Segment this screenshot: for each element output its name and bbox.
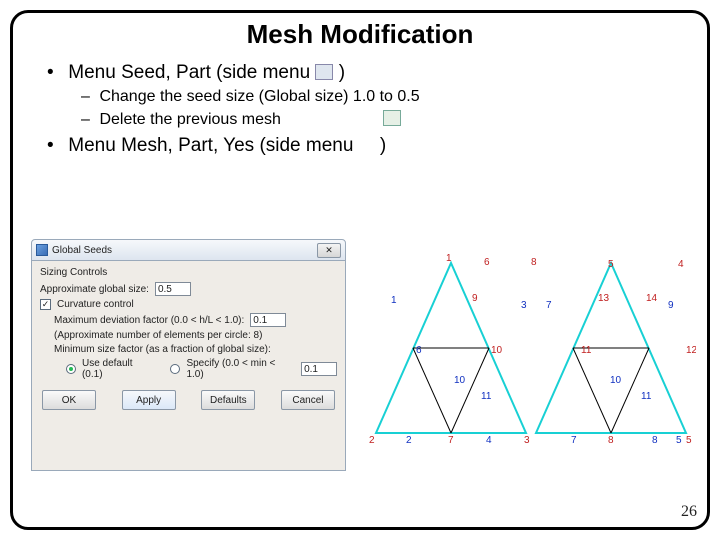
svg-text:5: 5 (676, 435, 682, 443)
defaults-label: Defaults (210, 395, 247, 406)
cancel-label: Cancel (292, 395, 323, 406)
delete-mesh-icon (383, 110, 401, 126)
slide-frame: Mesh Modification • Menu Seed, Part (sid… (10, 10, 710, 530)
svg-text:5: 5 (686, 435, 692, 443)
svg-text:4: 4 (486, 435, 492, 443)
close-icon: ✕ (325, 245, 333, 256)
subbullet-delete-mesh: – Delete the previous mesh (81, 110, 687, 129)
max-dev-field[interactable]: 0.1 (250, 313, 286, 327)
svg-text:13: 13 (598, 293, 610, 304)
sizing-controls-label: Sizing Controls (40, 267, 337, 278)
svg-text:10: 10 (454, 375, 466, 386)
approx-size-row: Approximate global size: 0.5 (40, 282, 337, 296)
svg-text:5: 5 (608, 259, 614, 270)
ok-button[interactable]: OK (42, 390, 96, 410)
dialog-titlebar: Global Seeds ✕ (31, 239, 346, 261)
svg-text:7: 7 (571, 435, 577, 443)
mesh-svg: 1 2 3 4 5 6 7 8 9 10 11 12 13 14 8 5 (366, 253, 696, 443)
svg-text:11: 11 (481, 391, 492, 402)
bullet-icon: • (47, 135, 63, 157)
defaults-button[interactable]: Defaults (201, 390, 255, 410)
svg-text:6: 6 (416, 345, 422, 356)
specify-value: 0.1 (304, 364, 318, 375)
use-default-label: Use default (0.1) (82, 358, 156, 380)
svg-text:6: 6 (484, 257, 490, 268)
dialog-title: Global Seeds (52, 245, 112, 256)
subbullet-change-seed-text: Change the seed size (Global size) 1.0 t… (99, 88, 419, 105)
svg-text:10: 10 (491, 345, 503, 356)
svg-text:11: 11 (581, 345, 592, 356)
dialog-body: Sizing Controls Approximate global size:… (31, 261, 346, 471)
bullet-seed-part: • Menu Seed, Part (side menu ) (47, 62, 687, 84)
subbullet-change-seed: – Change the seed size (Global size) 1.0… (81, 88, 687, 106)
svg-text:4: 4 (678, 259, 684, 270)
curvature-label: Curvature control (57, 299, 134, 310)
bullet-mesh-text-post: ) (380, 135, 386, 156)
app-cube-icon (36, 244, 48, 256)
specify-field[interactable]: 0.1 (301, 362, 337, 376)
approx-elems-row: (Approximate number of elements per circ… (54, 330, 337, 341)
dialog-close-button[interactable]: ✕ (317, 243, 341, 258)
seed-tool-icon (315, 64, 333, 80)
svg-text:10: 10 (610, 375, 622, 386)
max-dev-label: Maximum deviation factor (0.0 < h/L < 1.… (54, 315, 244, 326)
global-seeds-dialog: Global Seeds ✕ Sizing Controls Approxima… (31, 239, 346, 471)
svg-text:8: 8 (652, 435, 658, 443)
min-size-label: Minimum size factor (as a fraction of gl… (54, 344, 271, 355)
svg-text:2: 2 (369, 435, 375, 443)
max-dev-row: Maximum deviation factor (0.0 < h/L < 1.… (54, 313, 337, 327)
svg-text:8: 8 (531, 257, 537, 268)
bullet-seed-text-pre: Menu Seed, Part (side menu (68, 62, 310, 83)
dialog-buttons: OK Apply Defaults Cancel (40, 390, 337, 410)
approx-size-value: 0.5 (158, 284, 172, 295)
svg-text:3: 3 (524, 435, 530, 443)
bullet-mesh-text-pre: Menu Mesh, Part, Yes (side menu (68, 135, 353, 156)
svg-text:1: 1 (391, 295, 397, 306)
curvature-row: Curvature control (40, 299, 337, 310)
mesh-diagram: 1 2 3 4 5 6 7 8 9 10 11 12 13 14 8 5 (366, 253, 696, 443)
svg-text:9: 9 (668, 300, 674, 311)
dash-icon: – (81, 88, 95, 106)
svg-text:11: 11 (641, 391, 652, 402)
svg-text:3: 3 (521, 300, 527, 311)
specify-radio[interactable] (170, 364, 180, 374)
slide-title: Mesh Modification (13, 19, 707, 50)
svg-text:9: 9 (472, 293, 478, 304)
curvature-checkbox[interactable] (40, 299, 51, 310)
approx-size-label: Approximate global size: (40, 284, 149, 295)
ok-label: OK (62, 395, 76, 406)
page-number: 26 (681, 503, 697, 521)
bullet-mesh-part: • Menu Mesh, Part, Yes (side menu ) (47, 135, 687, 157)
svg-text:7: 7 (448, 435, 454, 443)
bullet-seed-text-post: ) (339, 62, 345, 83)
subbullet-delete-mesh-text: Delete the previous mesh (99, 111, 280, 128)
max-dev-value: 0.1 (253, 315, 267, 326)
svg-text:7: 7 (546, 300, 552, 311)
approx-elems-label: (Approximate number of elements per circ… (54, 330, 262, 341)
approx-size-field[interactable]: 0.5 (155, 282, 191, 296)
specify-label: Specify (0.0 < min < 1.0) (186, 358, 295, 380)
min-size-row: Minimum size factor (as a fraction of gl… (54, 344, 337, 355)
use-default-radio[interactable] (66, 364, 76, 374)
apply-button[interactable]: Apply (122, 390, 176, 410)
bullet-icon: • (47, 62, 63, 84)
min-size-options-row: Use default (0.1) Specify (0.0 < min < 1… (66, 358, 337, 380)
svg-text:2: 2 (406, 435, 412, 443)
figures-area: Global Seeds ✕ Sizing Controls Approxima… (31, 239, 689, 497)
svg-text:8: 8 (608, 435, 614, 443)
dash-icon: – (81, 111, 95, 129)
apply-label: Apply (136, 395, 161, 406)
cancel-button[interactable]: Cancel (281, 390, 335, 410)
svg-text:1: 1 (446, 253, 452, 264)
svg-text:14: 14 (646, 293, 658, 304)
svg-text:12: 12 (686, 345, 696, 356)
slide-content: • Menu Seed, Part (side menu ) – Change … (13, 50, 707, 157)
